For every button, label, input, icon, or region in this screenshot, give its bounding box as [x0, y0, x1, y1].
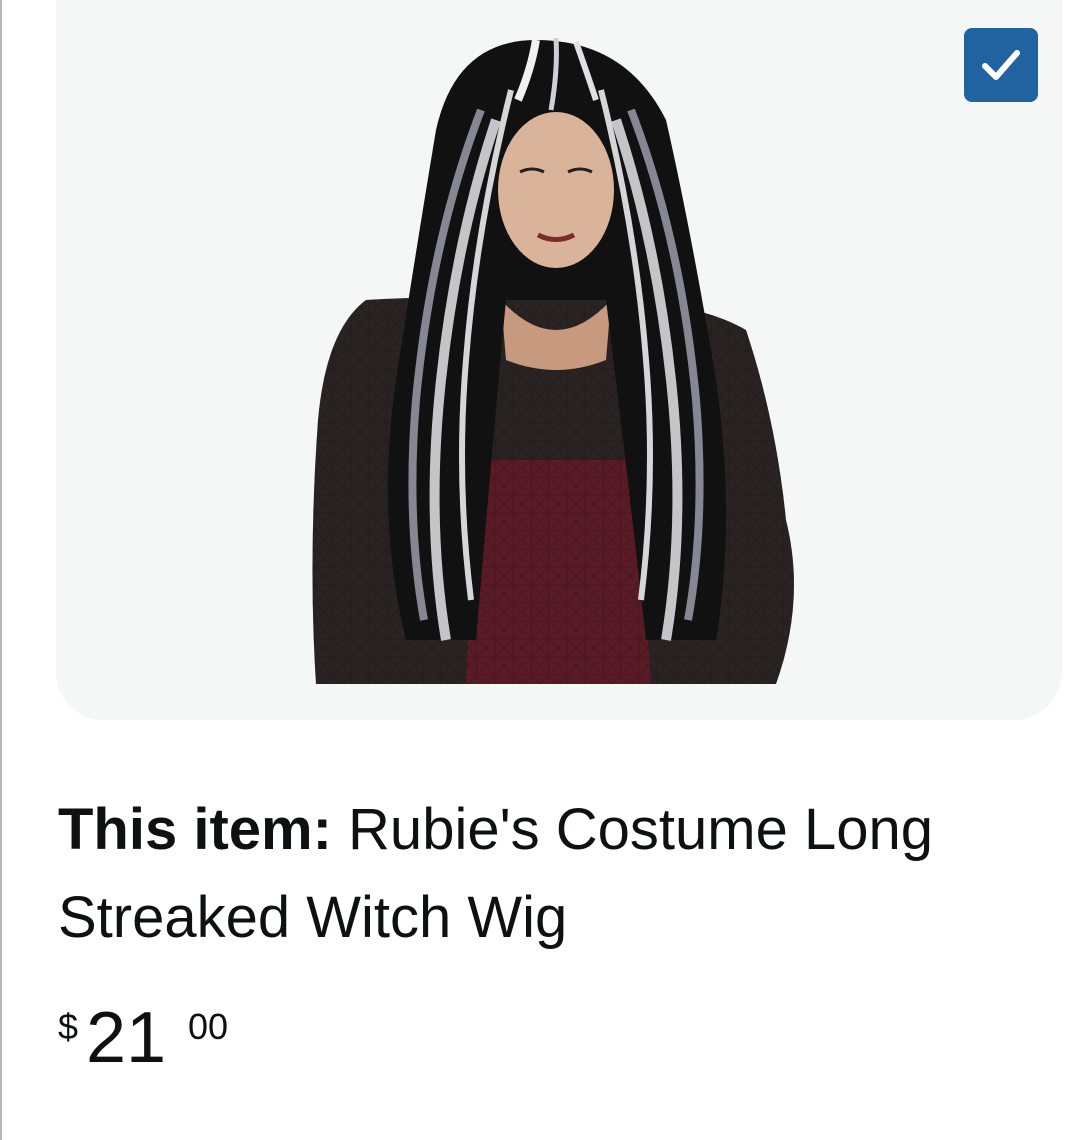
- product-item-page: This item: Rubie's Costume Long Streaked…: [0, 0, 1080, 1140]
- product-image: [312, 37, 794, 684]
- left-divider: [0, 0, 2, 1140]
- price-symbol: $: [58, 1006, 79, 1047]
- price-fraction: 00: [188, 1006, 229, 1047]
- title-prefix: This item:: [58, 797, 332, 862]
- product-title[interactable]: This item: Rubie's Costume Long Streaked…: [58, 786, 1048, 962]
- selected-checkbox[interactable]: [964, 28, 1038, 102]
- price-whole: 21: [86, 998, 167, 1078]
- product-image-card[interactable]: [56, 0, 1062, 720]
- checkmark-icon: [982, 50, 1020, 80]
